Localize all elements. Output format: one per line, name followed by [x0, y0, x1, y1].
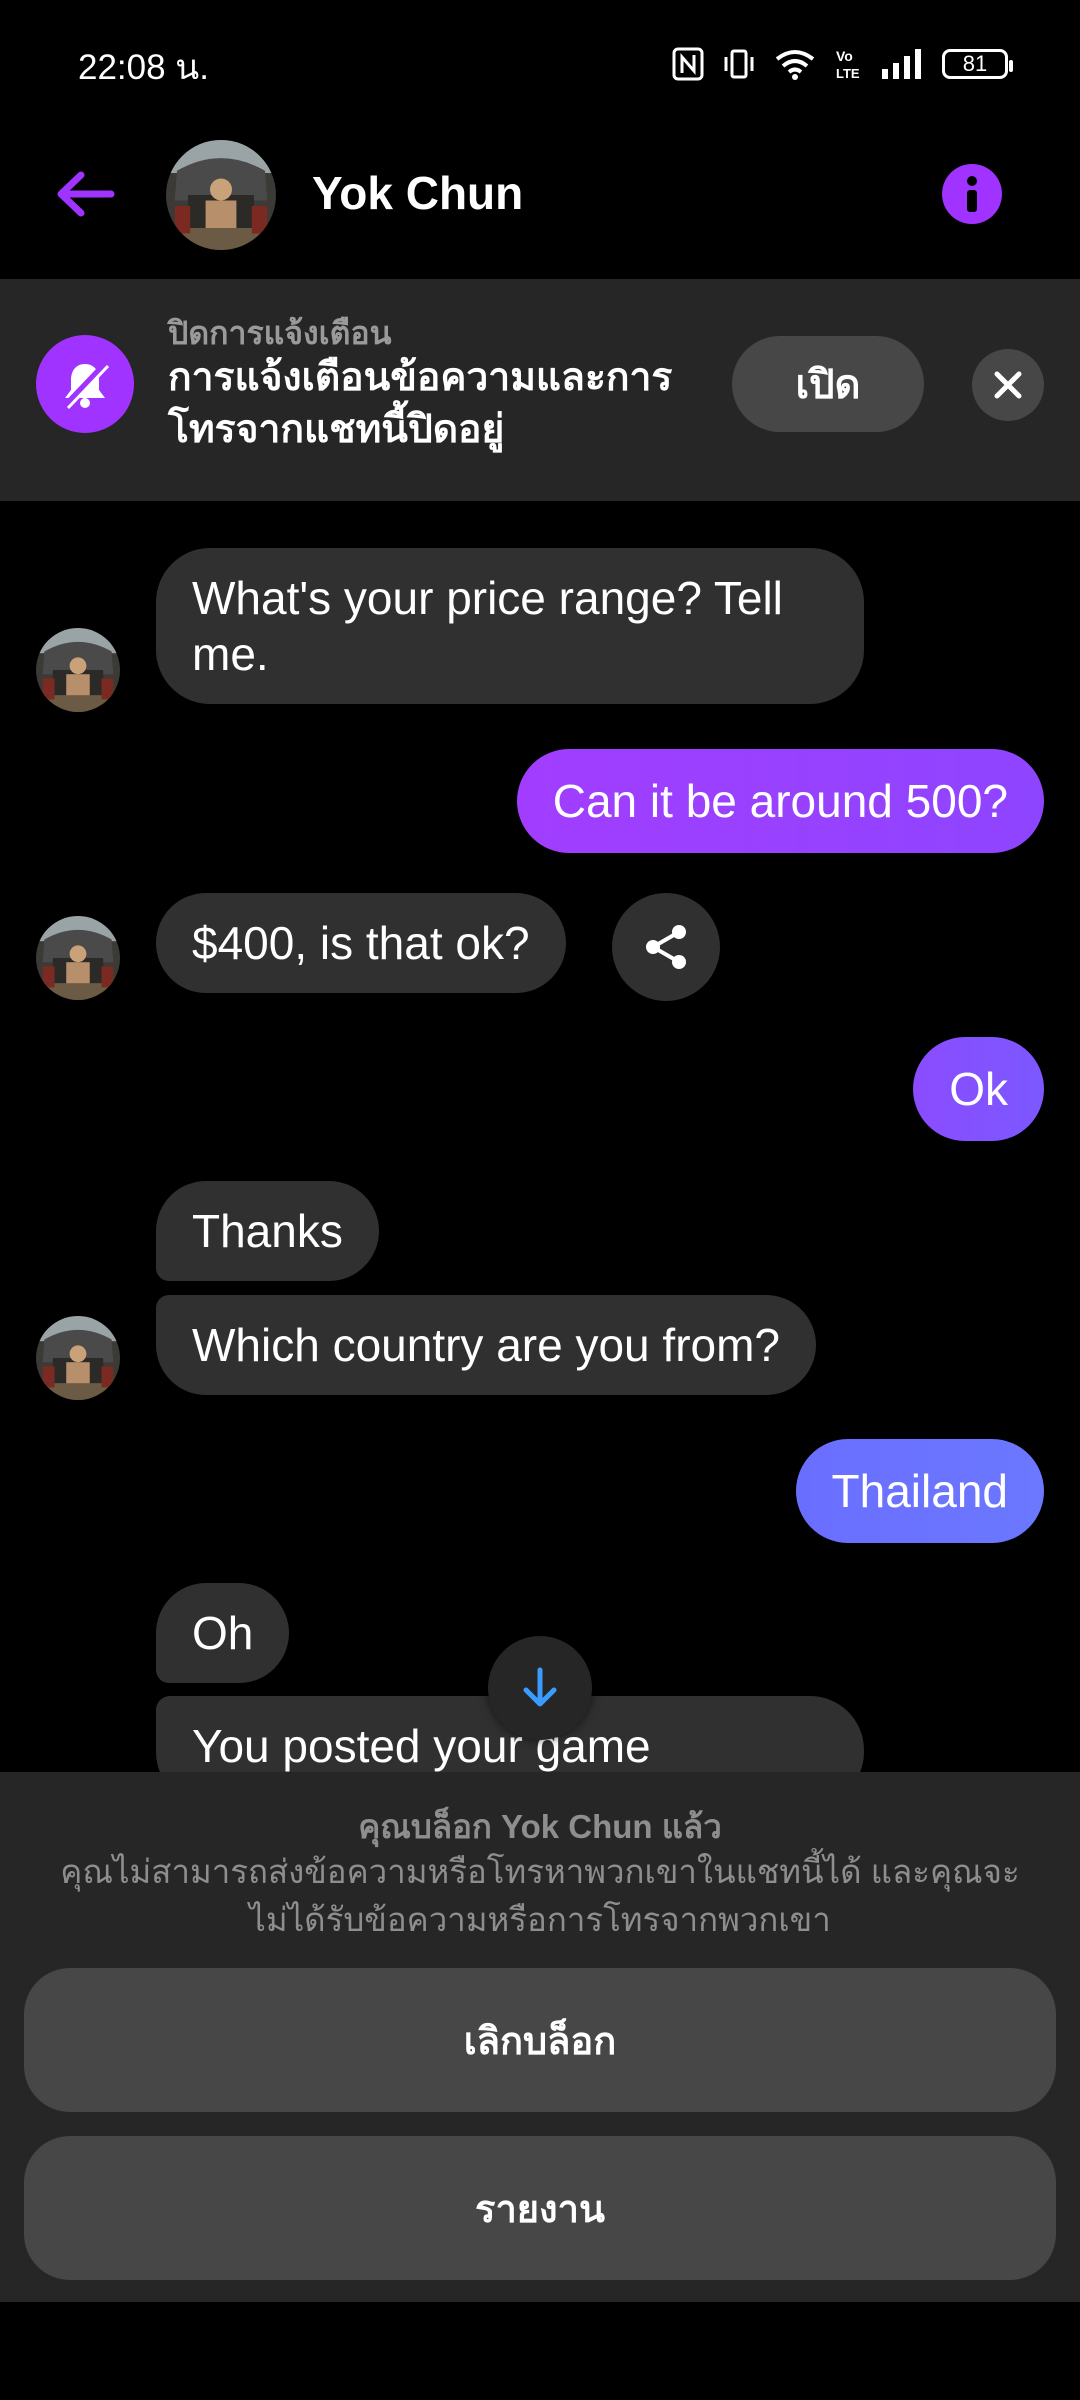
wifi-icon — [775, 50, 815, 80]
back-button[interactable] — [50, 162, 120, 226]
avatar[interactable] — [36, 1316, 120, 1400]
share-icon — [646, 925, 686, 969]
battery-level: 81 — [962, 51, 988, 76]
vibrate-icon — [724, 49, 754, 79]
close-icon — [994, 371, 1022, 399]
share-button[interactable] — [612, 893, 720, 1001]
blocked-title: คุณบล็อก Yok Chun แล้ว — [358, 1808, 722, 1845]
report-button[interactable]: รายงาน — [24, 2136, 1056, 2280]
contact-name[interactable]: Yok Chun — [312, 166, 523, 220]
avatar[interactable] — [166, 140, 276, 250]
bell-off-icon — [36, 335, 134, 433]
arrow-left-icon — [57, 171, 115, 217]
message-bubble-incoming[interactable]: Thanks — [156, 1181, 379, 1281]
svg-text:Vo: Vo — [836, 48, 853, 64]
nfc-icon — [672, 47, 704, 81]
volte-icon: Vo LTE — [836, 48, 860, 81]
turn-on-notifications-button[interactable]: เปิด — [732, 336, 924, 432]
avatar[interactable] — [36, 628, 120, 712]
signal-icon — [882, 49, 921, 79]
banner-text: การแจ้งเตือนข้อความและการโทรจากแชทนี้ปิด… — [168, 356, 673, 451]
message-bubble-incoming[interactable]: $400, is that ok? — [156, 893, 566, 993]
blocked-description: คุณไม่สามารถส่งข้อความหรือโทรหาพวกเขาในแ… — [60, 1853, 1020, 1938]
arrow-down-icon — [523, 1667, 557, 1707]
message-bubble-outgoing[interactable]: Thailand — [795, 1439, 1044, 1543]
message-bubble-outgoing[interactable]: Can it be around 500? — [516, 749, 1044, 853]
message-bubble-incoming[interactable]: Which country are you from? — [156, 1295, 817, 1395]
message-bubble-incoming[interactable]: What's your price range? Tell me. — [156, 548, 864, 704]
avatar[interactable] — [36, 916, 120, 1000]
message-bubble-incoming[interactable]: Oh — [156, 1583, 290, 1683]
status-time: 22:08 น. — [78, 48, 209, 87]
battery-icon: 81 — [942, 49, 1013, 79]
svg-text:LTE: LTE — [836, 66, 860, 81]
scroll-to-bottom-button[interactable] — [488, 1636, 592, 1740]
info-button[interactable] — [942, 164, 1002, 224]
unblock-button[interactable]: เลิกบล็อก — [24, 1968, 1056, 2112]
info-icon — [967, 176, 977, 212]
message-bubble-outgoing[interactable]: Ok — [913, 1037, 1044, 1141]
status-icons: Vo LTE 81 — [672, 42, 1013, 86]
dismiss-banner-button[interactable] — [972, 349, 1044, 421]
